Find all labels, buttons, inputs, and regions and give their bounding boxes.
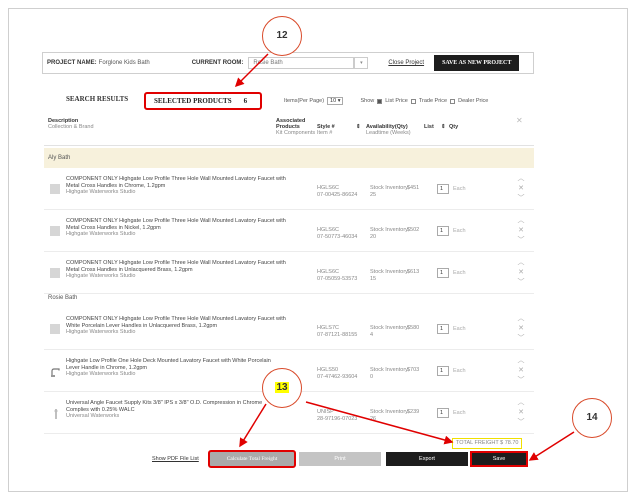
annotation-arrows — [234, 53, 575, 461]
callout-13: 13 — [262, 368, 302, 408]
callout-14: 14 — [572, 398, 612, 438]
arrow-14 — [528, 431, 575, 461]
callout-12: 12 — [262, 16, 302, 56]
arrow-13b — [305, 401, 454, 445]
arrow-12 — [234, 53, 269, 88]
arrow-13a — [239, 403, 267, 448]
